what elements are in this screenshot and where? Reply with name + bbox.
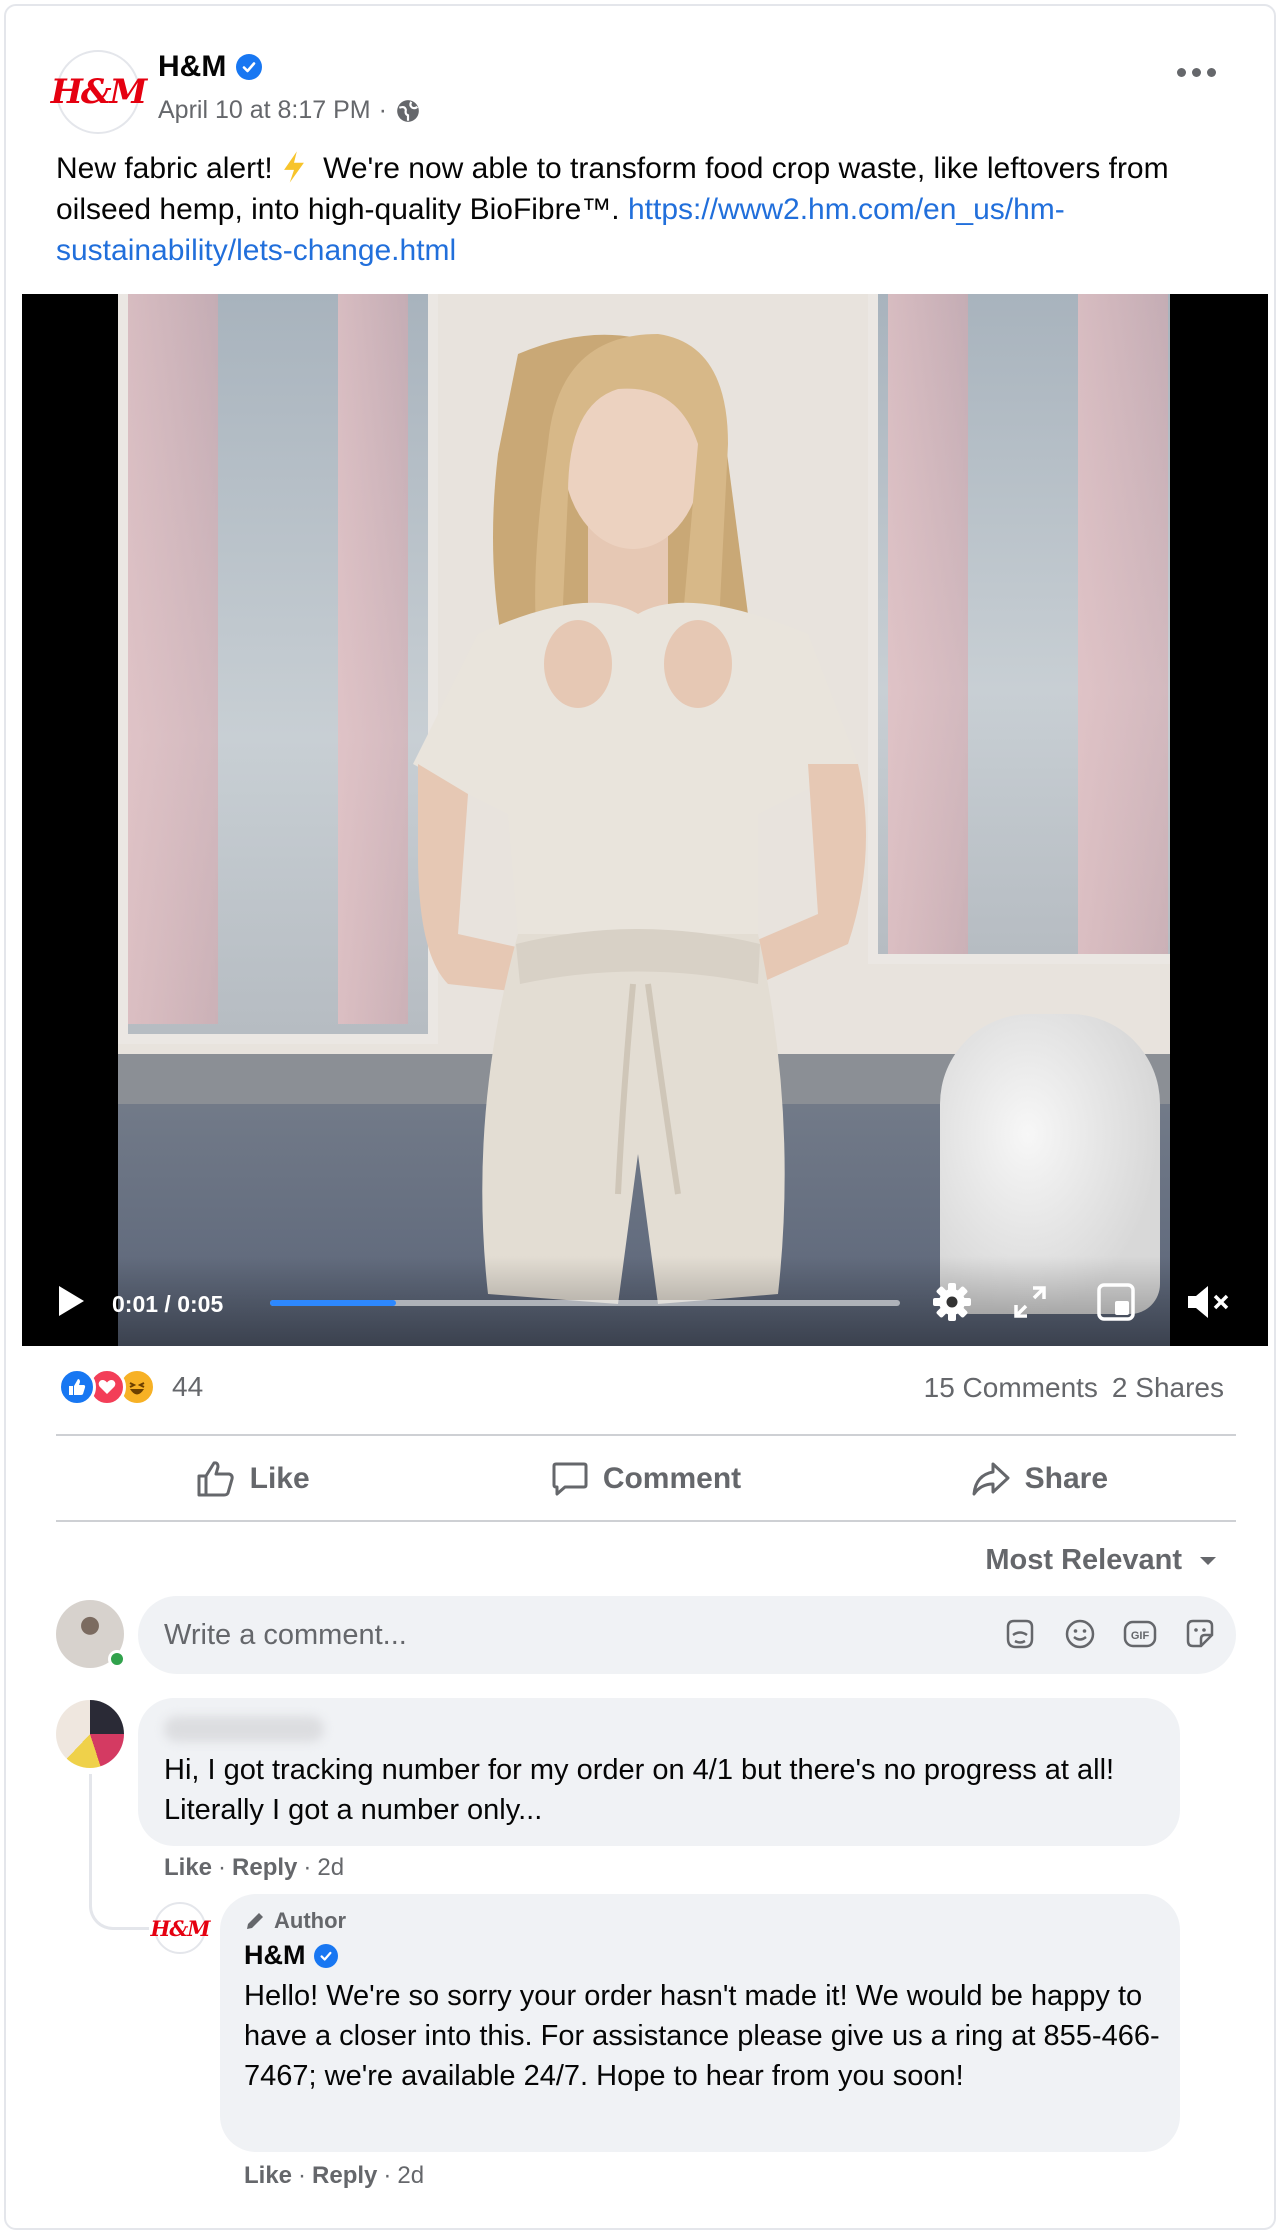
- engagement-counts: 15 Comments 2 Shares: [924, 1372, 1224, 1404]
- video-time: 0:01 / 0:05: [112, 1291, 224, 1317]
- gif-icon[interactable]: GIF: [1122, 1616, 1158, 1652]
- like-button[interactable]: Like: [56, 1438, 449, 1520]
- page-name[interactable]: H&M: [158, 50, 263, 84]
- verified-badge-icon: [313, 1943, 338, 1968]
- post-card: H&M H&M April 10 at 8:17 PM · New fabric…: [4, 4, 1276, 2230]
- like-reaction-icon: [58, 1368, 96, 1406]
- comment-button[interactable]: Comment: [449, 1438, 842, 1520]
- svg-text:GIF: GIF: [1131, 1630, 1150, 1642]
- author-tag-label: Author: [274, 1908, 347, 1933]
- meta-dot: ·: [218, 1854, 227, 1881]
- reaction-summary[interactable]: 44: [58, 1368, 203, 1406]
- model-figure: [413, 334, 866, 1304]
- meta-dot: ·: [298, 2162, 307, 2189]
- caret-down-icon: [1200, 1556, 1216, 1565]
- comment-reply-link[interactable]: Reply: [232, 1854, 297, 1882]
- share-label: Share: [1024, 1462, 1109, 1495]
- meta-dot: ·: [383, 2162, 392, 2189]
- reply-author-name-text[interactable]: H&M: [244, 1940, 306, 1971]
- play-icon[interactable]: [56, 1284, 86, 1318]
- video-progress-bar[interactable]: [270, 1300, 900, 1306]
- comments-count[interactable]: 15 Comments: [924, 1372, 1098, 1404]
- commenter-name-blurred[interactable]: [164, 1716, 324, 1742]
- comment-label: Comment: [602, 1462, 742, 1495]
- meta-dot: ·: [303, 1854, 312, 1881]
- verified-badge-icon: [236, 54, 263, 80]
- reply-meta: Like · Reply · 2d: [244, 2162, 424, 2190]
- miniplayer-icon[interactable]: [1096, 1282, 1136, 1322]
- like-label: Like: [249, 1462, 310, 1495]
- online-status-dot: [108, 1650, 126, 1668]
- meta-separator: ·: [378, 96, 387, 124]
- page-logo-text: H&M: [50, 72, 147, 112]
- comment-composer[interactable]: GIF: [138, 1596, 1236, 1674]
- thumbs-up-icon: [197, 1461, 234, 1497]
- comment-bubble-icon: [552, 1462, 588, 1496]
- video-player[interactable]: 0:01 / 0:05: [22, 294, 1268, 1346]
- divider-top: [56, 1434, 1236, 1436]
- share-button[interactable]: Share: [843, 1438, 1236, 1520]
- comment-sort-dropdown[interactable]: Most Relevant: [985, 1544, 1218, 1577]
- composer-icons: GIF: [1002, 1616, 1218, 1652]
- page-name-text[interactable]: H&M: [158, 50, 226, 84]
- post-text-start: New fabric alert!: [56, 152, 273, 185]
- comment-like-link[interactable]: Like: [164, 1854, 212, 1882]
- sort-label: Most Relevant: [985, 1544, 1182, 1576]
- comment-meta: Like · Reply · 2d: [164, 1854, 344, 1882]
- reply-like-link[interactable]: Like: [244, 2162, 292, 2190]
- lightning-emoji: [283, 151, 304, 183]
- post-meta: April 10 at 8:17 PM ·: [158, 96, 421, 125]
- sticker-icon[interactable]: [1182, 1616, 1218, 1652]
- reaction-count[interactable]: 44: [172, 1371, 203, 1403]
- reply-bubble: Author H&M Hello! We're so sorry your or…: [220, 1894, 1180, 2152]
- reply-logo-text: H&M: [150, 1915, 210, 1941]
- comment-text: Hi, I got tracking number for my order o…: [164, 1754, 1115, 1826]
- reply-text: Hello! We're so sorry your order hasn't …: [244, 1980, 1160, 2092]
- globe-icon: [397, 99, 419, 122]
- share-arrow-icon: [972, 1462, 1010, 1496]
- video-frame[interactable]: [118, 294, 1170, 1346]
- reply-age[interactable]: 2d: [397, 2162, 424, 2190]
- author-badge: Author: [244, 1908, 346, 1934]
- page-avatar[interactable]: H&M: [51, 50, 147, 134]
- reply-reply-link[interactable]: Reply: [312, 2162, 377, 2190]
- post-actions: Like Comment Share: [56, 1438, 1236, 1520]
- reply-thread-line: [89, 1774, 149, 1930]
- shares-count[interactable]: 2 Shares: [1112, 1372, 1224, 1404]
- reply-author-name[interactable]: H&M: [244, 1940, 338, 1971]
- settings-gear-icon[interactable]: [930, 1280, 974, 1324]
- pencil-icon: [247, 1913, 263, 1929]
- post-timestamp[interactable]: April 10 at 8:17 PM: [158, 96, 371, 125]
- reply-author-avatar[interactable]: H&M: [150, 1902, 211, 1954]
- current-user-avatar[interactable]: [56, 1600, 126, 1668]
- video-controls: 0:01 / 0:05: [22, 1256, 1268, 1346]
- post-text: New fabric alert! We're now able to tran…: [56, 148, 1246, 271]
- divider-bottom: [56, 1520, 1236, 1522]
- comment-bubble: Hi, I got tracking number for my order o…: [138, 1698, 1180, 1846]
- comment-age[interactable]: 2d: [317, 1854, 344, 1882]
- avatar-sticker-icon[interactable]: [1002, 1616, 1038, 1652]
- emoji-icon[interactable]: [1062, 1616, 1098, 1652]
- comment-input[interactable]: [164, 1596, 984, 1674]
- fullscreen-icon[interactable]: [1012, 1284, 1048, 1320]
- video-progress-fill: [270, 1300, 396, 1306]
- commenter-avatar[interactable]: [56, 1700, 124, 1768]
- muted-speaker-icon[interactable]: [1184, 1282, 1230, 1322]
- more-options-icon[interactable]: [1177, 68, 1216, 77]
